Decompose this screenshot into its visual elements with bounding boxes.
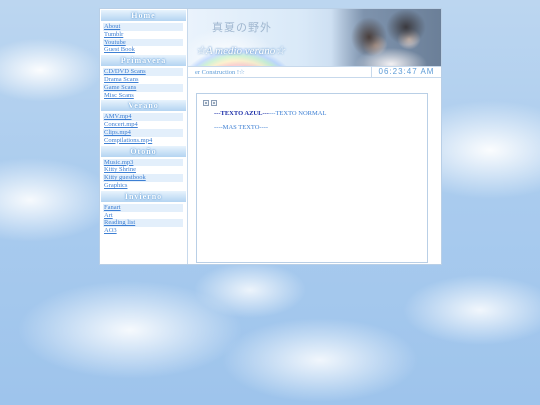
nav-link-clips[interactable]: Clips.mp4 xyxy=(103,128,183,137)
nav-link-tumblr[interactable]: Tumblr xyxy=(103,31,183,39)
nav-link-kitty-shrine[interactable]: Kitty Shrine xyxy=(103,166,183,174)
nav-link-fanart[interactable]: Fanart xyxy=(103,203,183,212)
site-frame: Home About Tumblr Youtube Guest Book Pri… xyxy=(99,8,442,265)
nav-link-youtube[interactable]: Youtube xyxy=(103,38,183,47)
nav-link-concert[interactable]: Concert.mp4 xyxy=(103,121,183,129)
banner-title: ☆A medio verano☆ xyxy=(196,45,286,57)
status-bar: er Construction !☆ 06:23:47 AM xyxy=(188,66,441,78)
nav-link-guestbook[interactable]: Guest Book xyxy=(103,46,183,54)
nav-link-compilations[interactable]: Compilations.mp4 xyxy=(103,137,183,145)
nav-link-ao3[interactable]: AO3 xyxy=(103,227,183,235)
header-banner: 真夏の野外 ☆A medio verano☆ xyxy=(188,9,441,66)
section-heading: Invierno xyxy=(101,190,186,202)
nav-link-kitty-guestbook[interactable]: Kitty guestbook xyxy=(103,174,183,182)
sidebar-section-otono: Otoño Music.mp3 Kitty Shrine Kitty guest… xyxy=(100,145,187,190)
sidebar-section-invierno: Invierno Fanart Art Reading list AO3 xyxy=(100,190,187,235)
nav-link-misc-scans[interactable]: Misc Scans xyxy=(103,92,183,100)
clock-display: 06:23:47 AM xyxy=(371,66,441,78)
nav-link-game-scans[interactable]: Game Scans xyxy=(103,83,183,92)
content-line-secondary: ----MAS TEXTO---- xyxy=(214,124,269,131)
nav-link-music[interactable]: Music.mp3 xyxy=(103,158,183,167)
normal-text: ---TEXTO NORMAL xyxy=(268,110,327,117)
broken-image-icon xyxy=(211,100,217,106)
sidebar-section-home: Home About Tumblr Youtube Guest Book xyxy=(100,10,187,54)
sidebar-nav: Home About Tumblr Youtube Guest Book Pri… xyxy=(100,9,188,264)
banner-japanese-title: 真夏の野外 xyxy=(212,21,272,34)
sidebar-section-primavera: Primavera CD/DVD Scans Drama Scans Game … xyxy=(100,55,187,99)
nav-link-about[interactable]: About xyxy=(103,23,183,31)
marquee-text: er Construction !☆ xyxy=(195,69,245,76)
nav-link-graphics[interactable]: Graphics xyxy=(103,182,183,190)
blue-text: ---TEXTO AZUL--- xyxy=(214,110,269,117)
section-heading: Home xyxy=(101,10,186,21)
banner-photo xyxy=(331,9,441,66)
sidebar-section-verano: Verano AMV.mp4 Concert.mp4 Clips.mp4 Com… xyxy=(100,100,187,144)
main-content: ---TEXTO AZUL------TEXTO NORMAL ----MAS … xyxy=(196,93,428,263)
nav-link-drama-scans[interactable]: Drama Scans xyxy=(103,76,183,84)
nav-link-cd-dvd-scans[interactable]: CD/DVD Scans xyxy=(103,68,183,76)
section-heading: Otoño xyxy=(101,145,186,157)
nav-link-art[interactable]: Art xyxy=(103,212,183,220)
nav-link-reading-list[interactable]: Reading list xyxy=(103,219,183,228)
content-line: ---TEXTO AZUL------TEXTO NORMAL xyxy=(214,110,326,117)
nav-link-amv[interactable]: AMV.mp4 xyxy=(103,113,183,122)
section-heading: Primavera xyxy=(101,55,186,67)
broken-image-icon xyxy=(203,100,209,106)
section-heading: Verano xyxy=(101,100,186,112)
